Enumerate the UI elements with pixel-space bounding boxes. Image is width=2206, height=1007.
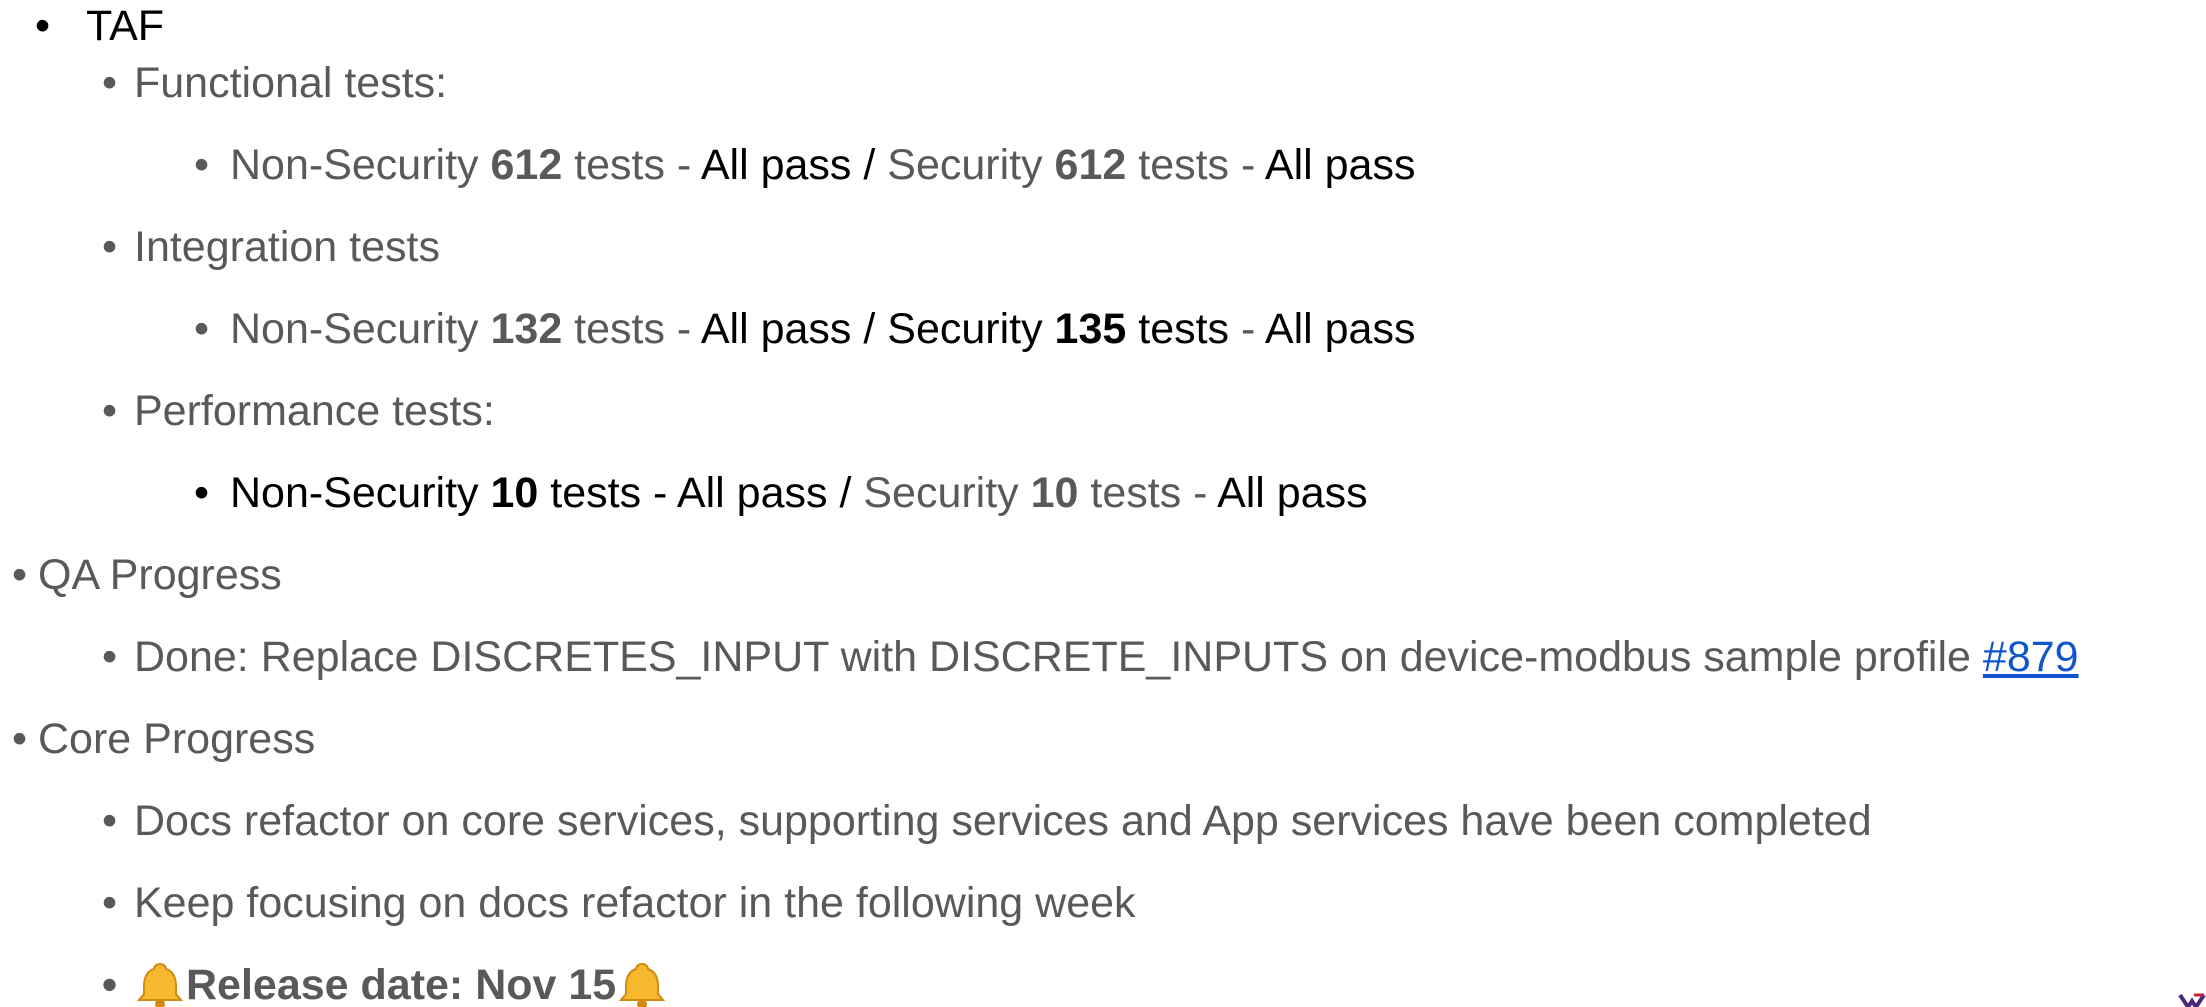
separator: /: [851, 141, 888, 189]
bullet: •: [102, 633, 118, 681]
bell-icon: [134, 959, 186, 1007]
bullet: •: [102, 879, 118, 927]
core-item-text: Keep focusing on docs refactor in the fo…: [134, 879, 1136, 927]
qa-progress-heading: QA Progress: [38, 551, 282, 599]
bullet: •: [12, 715, 28, 763]
s-result: All pass: [1207, 469, 1368, 517]
ns-count: 612: [490, 141, 563, 189]
ns-count: 10: [490, 469, 539, 517]
release-date-text: Release date: Nov 15: [186, 961, 617, 1007]
ns-tests: tests - All pass: [538, 469, 828, 517]
qa-done-description: Done: Replace DISCRETES_INPUT with DISCR…: [134, 633, 1983, 681]
ns-prefix: Non-Security: [230, 305, 491, 353]
slide: • TAF • Functional tests: • Non-Security…: [0, 0, 2206, 1007]
integration-tests-detail-text: Non-Security 132 tests - All pass / Secu…: [230, 303, 1415, 355]
ns-tests: tests -: [562, 141, 701, 189]
bullet: •: [194, 305, 210, 353]
s-dash: -: [1229, 305, 1265, 353]
ns-count: 132: [490, 305, 563, 353]
release-date: Release date: Nov 15: [134, 959, 668, 1007]
s-count: 10: [1030, 469, 1079, 517]
core-progress-heading: Core Progress: [38, 715, 316, 763]
separator: /: [827, 469, 864, 517]
separator: /: [851, 305, 888, 353]
ns-tests: tests -: [562, 305, 701, 353]
s-count: 612: [1054, 141, 1127, 189]
ns-result: All pass: [700, 305, 852, 353]
integration-tests-label: Integration tests: [134, 223, 440, 271]
s-prefix: Security: [863, 469, 1031, 517]
logo-corner: [2178, 993, 2206, 1007]
bullet: •: [35, 2, 51, 50]
s-result: All pass: [1264, 141, 1416, 189]
ns-prefix: Non-Security: [230, 141, 491, 189]
s-count: 135: [1054, 305, 1127, 353]
functional-tests-label: Functional tests:: [134, 59, 448, 107]
bell-icon: [616, 959, 668, 1007]
performance-tests-label: Performance tests:: [134, 387, 495, 435]
bullet: •: [194, 141, 210, 189]
core-item-text: Docs refactor on core services, supporti…: [134, 797, 1872, 845]
s-tests: tests -: [1126, 141, 1265, 189]
s-prefix: Security: [887, 141, 1055, 189]
taf-heading: TAF: [86, 2, 165, 50]
ns-result: All pass: [700, 141, 852, 189]
functional-tests-detail-text: Non-Security 612 tests - All pass / Secu…: [230, 139, 1415, 191]
bullet: •: [102, 797, 118, 845]
ns-prefix: Non-Security: [230, 469, 491, 517]
performance-tests-detail-text: Non-Security 10 tests - All pass / Secur…: [230, 467, 1368, 519]
s-result: All pass: [1264, 305, 1416, 353]
qa-done-text: Done: Replace DISCRETES_INPUT with DISCR…: [134, 631, 2079, 683]
bullet: •: [102, 59, 118, 107]
bullet: •: [102, 223, 118, 271]
issue-link[interactable]: #879: [1983, 633, 2079, 681]
bullet: •: [194, 469, 210, 517]
bullet: •: [12, 551, 28, 599]
bullet: •: [102, 387, 118, 435]
bullet: •: [102, 961, 118, 1007]
s-prefix: Security: [887, 305, 1055, 353]
s-tests: tests: [1126, 305, 1230, 353]
s-tests: tests -: [1078, 469, 1208, 517]
